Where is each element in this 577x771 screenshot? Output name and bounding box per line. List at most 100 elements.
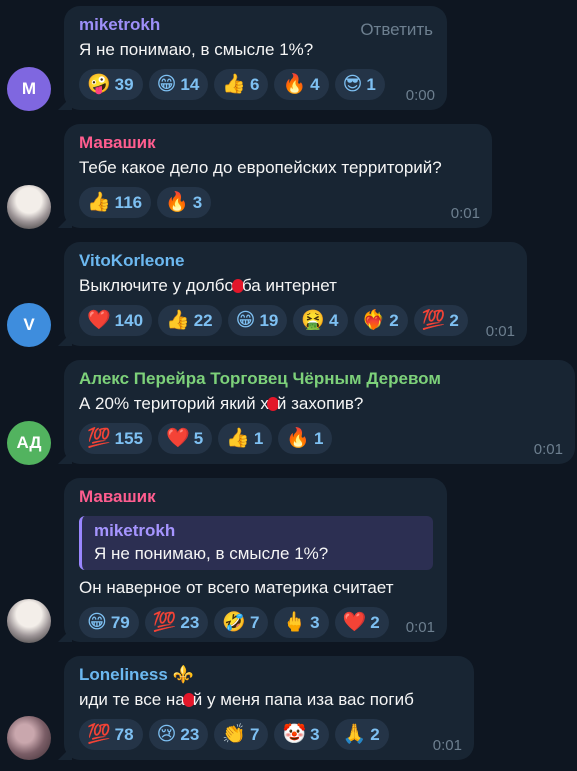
red-heart-icon: ❤️ (166, 428, 190, 449)
reaction-count: 2 (370, 724, 380, 744)
reaction-count: 14 (180, 74, 200, 94)
reactions-bar: 💯 78 😢 23 👏 7 🤡 3 🙏 2 (79, 719, 460, 750)
sunglasses-face-icon: 😎 (342, 74, 363, 95)
sender-name[interactable]: Мавашик (79, 486, 433, 508)
reaction-chip[interactable]: 😢 23 (148, 719, 209, 750)
sender-name[interactable]: Loneliness ⚜️ (79, 664, 460, 686)
reaction-chip[interactable]: 💯 2 (413, 305, 468, 336)
message-text: Выключите у долбо ба интернет (79, 274, 513, 298)
reaction-chip[interactable]: 💯 23 (144, 607, 209, 638)
avatar[interactable] (7, 716, 51, 760)
avatar[interactable]: М (7, 67, 51, 111)
message-text: Он наверное от всего материка считает (79, 578, 394, 597)
avatar[interactable]: V (7, 303, 51, 347)
reaction-chip[interactable]: 🤣 7 (214, 607, 269, 638)
reactions-bar: ❤️ 140 👍 22 😁 19 🤮 4 ❤️‍🔥 2 💯 2 (79, 305, 513, 336)
middle-finger-icon: 🖕 (282, 612, 307, 633)
reaction-chip[interactable]: ❤️‍🔥 2 (353, 305, 408, 336)
reaction-count: 5 (193, 428, 204, 448)
message-bubble[interactable]: Мавашик Тебе какое дело до европейских т… (64, 124, 492, 228)
reaction-chip[interactable]: 😁 14 (148, 69, 209, 100)
reaction-chip[interactable]: 👍 1 (218, 423, 273, 454)
heart-on-fire-icon: ❤️‍🔥 (361, 310, 386, 331)
reaction-chip[interactable]: 🤪 39 (79, 69, 143, 100)
sender-name[interactable]: Алекс Перейра Торговец Чёрным Деревом (79, 368, 561, 390)
crying-face-icon: 😢 (156, 724, 177, 745)
text-part: А 20% територий який х (79, 394, 269, 413)
reaction-chip[interactable]: 🤡 3 (274, 719, 329, 750)
hundred-points-icon: 💯 (87, 428, 111, 449)
message-bubble[interactable]: miketrokh Ответить Я не понимаю, в смысл… (64, 6, 447, 110)
reaction-count: 3 (192, 192, 203, 212)
thumbs-up-icon: 👍 (222, 74, 246, 95)
message-time: 0:01 (450, 205, 480, 222)
message-bubble[interactable]: Алекс Перейра Торговец Чёрным Деревом А … (64, 360, 575, 464)
avatar[interactable]: АД (7, 421, 51, 465)
reaction-chip[interactable]: 🔥 3 (157, 187, 212, 218)
hundred-points-icon: 💯 (421, 310, 446, 331)
sender-name[interactable]: Мавашик (79, 132, 478, 154)
reaction-chip[interactable]: 😎 1 (334, 69, 385, 100)
message-text: Я не понимаю, в смысле 1%? (79, 40, 314, 59)
reaction-chip[interactable]: 🤮 4 (293, 305, 348, 336)
text-part: ба интернет (241, 276, 337, 295)
reaction-chip[interactable]: 👍 6 (214, 69, 269, 100)
message-time: 0:01 (533, 441, 563, 458)
reaction-chip[interactable]: 💯 78 (79, 719, 143, 750)
reactions-bar: 🤪 39 😁 14 👍 6 🔥 4 😎 1 (79, 69, 433, 100)
avatar[interactable] (7, 185, 51, 229)
reaction-chip[interactable]: 👏 7 (214, 719, 269, 750)
reaction-count: 79 (110, 612, 130, 632)
thumbs-up-icon: 👍 (166, 310, 190, 331)
reaction-chip[interactable]: 👍 22 (158, 305, 222, 336)
message-text: иди те все на й у меня папа иза вас погиб (79, 688, 460, 712)
reaction-chip[interactable]: ❤️ 140 (79, 305, 153, 336)
red-heart-icon: ❤️ (342, 612, 367, 633)
message-text: А 20% територий який х й захопив? (79, 392, 561, 416)
hundred-points-icon: 💯 (152, 612, 177, 633)
message-bubble[interactable]: Мавашик miketrokh Я не понимаю, в смысле… (64, 478, 447, 642)
reaction-count: 155 (114, 428, 144, 448)
clown-face-icon: 🤡 (282, 724, 307, 745)
reaction-chip[interactable]: ❤️ 2 (334, 607, 389, 638)
vomit-face-icon: 🤮 (301, 310, 326, 331)
reply-button[interactable]: Ответить (360, 20, 433, 40)
reaction-chip[interactable]: 🖕 3 (274, 607, 329, 638)
reaction-chip[interactable]: 🔥 4 (274, 69, 329, 100)
reaction-count: 3 (310, 612, 320, 632)
grin-face-icon: 😁 (87, 612, 107, 633)
red-heart-icon: ❤️ (87, 310, 111, 331)
text-part: й у меня папа иза вас погиб (192, 690, 414, 709)
avatar[interactable] (7, 599, 51, 643)
fire-icon: 🔥 (286, 428, 310, 449)
message-bubble[interactable]: VitoKorleone Выключите у долбо ба интерне… (64, 242, 527, 346)
text-part: иди те все на (79, 690, 185, 709)
fire-icon: 🔥 (282, 74, 307, 95)
reaction-count: 4 (310, 74, 320, 94)
reaction-count: 2 (370, 612, 380, 632)
quote-text: Я не понимаю, в смысле 1%? (94, 544, 329, 563)
text-part: Выключите у долбо (79, 276, 234, 295)
rofl-face-icon: 🤪 (87, 74, 111, 95)
reaction-count: 1 (314, 428, 324, 448)
reply-quote[interactable]: miketrokh Я не понимаю, в смысле 1%? (79, 516, 433, 570)
message-bubble[interactable]: Loneliness ⚜️ иди те все на й у меня папа… (64, 656, 474, 760)
reactions-bar: 💯 155 ❤️ 5 👍 1 🔥 1 (79, 423, 561, 454)
reaction-count: 22 (193, 310, 213, 330)
reaction-count: 116 (114, 192, 143, 212)
reaction-chip[interactable]: 🙏 2 (334, 719, 389, 750)
reaction-chip[interactable]: 🔥 1 (278, 423, 333, 454)
reaction-count: 39 (114, 74, 134, 94)
reaction-chip[interactable]: 💯 155 (79, 423, 153, 454)
reaction-count: 6 (250, 74, 260, 94)
sender-name[interactable]: VitoKorleone (79, 250, 513, 272)
reaction-count: 1 (253, 428, 264, 448)
reaction-chip[interactable]: 👍 116 (79, 187, 152, 218)
reaction-chip[interactable]: 😁 19 (227, 305, 288, 336)
folded-hands-icon: 🙏 (342, 724, 367, 745)
reaction-chip[interactable]: ❤️ 5 (158, 423, 213, 454)
reaction-count: 1 (366, 74, 376, 94)
reaction-chip[interactable]: 😁 79 (79, 607, 139, 638)
message-time: 0:01 (485, 323, 515, 340)
reaction-count: 19 (259, 310, 279, 330)
